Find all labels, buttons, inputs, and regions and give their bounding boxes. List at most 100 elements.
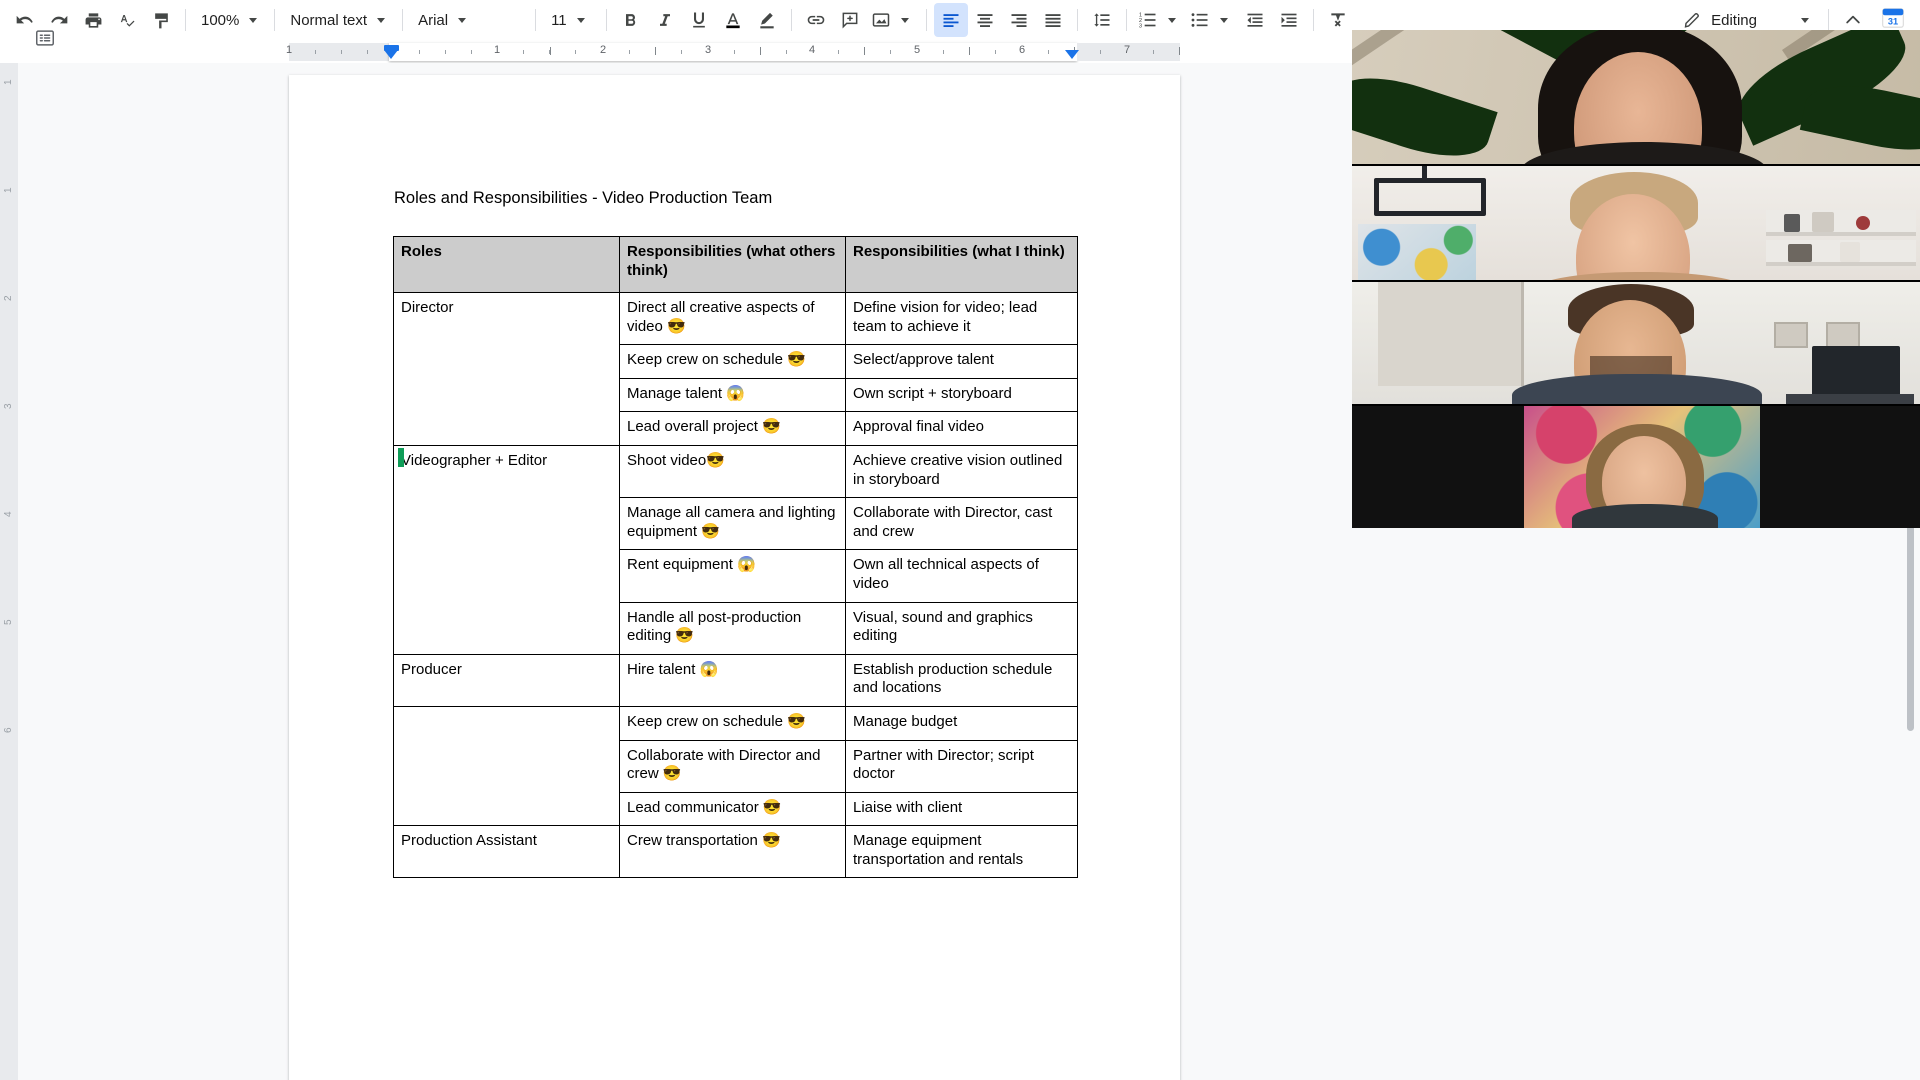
mine-cell[interactable]: Visual, sound and graphics editing: [845, 601, 1078, 655]
video-tile-participant-1[interactable]: [1352, 30, 1920, 164]
video-feed: [1352, 282, 1920, 404]
mine-cell[interactable]: Approval final video: [845, 411, 1078, 446]
ruler-number: 7: [1123, 44, 1131, 56]
others-cell[interactable]: Keep crew on schedule 😎: [619, 705, 846, 741]
underline-icon[interactable]: [682, 3, 716, 37]
others-cell[interactable]: Collaborate with Director and crew 😎: [619, 739, 846, 793]
show-document-outline-icon[interactable]: [32, 25, 58, 51]
decrease-indent-icon[interactable]: [1238, 3, 1272, 37]
mine-cell[interactable]: Own script + storyboard: [845, 377, 1078, 413]
font-dropdown[interactable]: Arial: [410, 5, 528, 35]
mine-cell[interactable]: Establish production schedule and locati…: [845, 653, 1078, 707]
others-cell[interactable]: Crew transportation 😎: [619, 825, 846, 879]
table-body: Director Direct all creative aspects of …: [393, 291, 1078, 879]
table-row[interactable]: Production Assistant Crew transportation…: [393, 825, 1078, 879]
role-label: Videographer + Editor: [401, 451, 548, 469]
print-icon[interactable]: [76, 3, 110, 37]
mine-cell[interactable]: Manage budget: [845, 705, 1078, 741]
others-cell[interactable]: Manage all camera and lighting equipment…: [619, 497, 846, 551]
others-cell[interactable]: Hire talent 😱: [619, 653, 846, 707]
first-line-indent-marker[interactable]: [384, 50, 398, 59]
ruler-number: 2: [599, 44, 607, 56]
video-feed: [1352, 30, 1920, 164]
others-cell[interactable]: Direct all creative aspects of video 😎: [619, 291, 846, 346]
mine-cell[interactable]: Select/approve talent: [845, 344, 1078, 379]
paragraph-style-dropdown[interactable]: Normal text: [282, 5, 395, 35]
align-left-icon[interactable]: [934, 3, 969, 37]
ruler-number: 4: [808, 44, 816, 56]
mine-cell[interactable]: Collaborate with Director, cast and crew: [845, 497, 1078, 551]
insert-link-icon[interactable]: [799, 3, 833, 37]
video-tile-participant-3[interactable]: [1352, 280, 1920, 404]
video-tile-participant-4[interactable]: [1352, 404, 1920, 528]
insert-image-dropdown[interactable]: [867, 5, 919, 35]
toolbar-divider: [606, 9, 608, 31]
increase-indent-icon[interactable]: [1272, 3, 1306, 37]
align-center-icon[interactable]: [968, 3, 1002, 37]
align-right-icon[interactable]: [1002, 3, 1036, 37]
role-label: Production Assistant: [401, 832, 537, 850]
column-header-others: Responsibilities (what others think): [619, 236, 846, 293]
toolbar-divider: [1828, 9, 1829, 31]
others-cell[interactable]: Lead overall project 😎: [619, 411, 846, 446]
mine-cell[interactable]: Liaise with client: [845, 791, 1078, 827]
role-cell[interactable]: Production Assistant: [393, 825, 620, 879]
italic-icon[interactable]: [648, 3, 682, 37]
spellcheck-icon[interactable]: [110, 3, 144, 37]
numbered-list-icon: 123: [1138, 10, 1158, 30]
chevron-down-icon: [377, 17, 386, 23]
mine-cell[interactable]: Define vision for video; lead team to ac…: [845, 291, 1078, 346]
add-comment-icon[interactable]: [833, 3, 867, 37]
mine-cell[interactable]: Own all technical aspects of video: [845, 549, 1078, 603]
video-call-panel[interactable]: [1352, 30, 1920, 528]
font-size-dropdown[interactable]: 11: [543, 5, 599, 35]
table-row[interactable]: Keep crew on schedule 😎 Manage budget: [393, 705, 1078, 827]
chevron-down-icon: [1168, 17, 1177, 23]
toolbar-divider: [1077, 9, 1079, 31]
zoom-dropdown[interactable]: 100%: [193, 5, 267, 35]
video-tile-participant-2[interactable]: [1352, 164, 1920, 280]
toolbar-divider: [1313, 9, 1315, 31]
mine-cell[interactable]: Manage equipment transportation and rent…: [845, 825, 1078, 879]
roles-responsibilities-table[interactable]: Roles Responsibilities (what others thin…: [393, 236, 1078, 879]
ruler-track[interactable]: 1 1 2 3 4 5 6 7: [286, 43, 1180, 61]
vertical-ruler[interactable]: 1 1 2 3 4 5 6: [0, 63, 18, 1080]
ruler-number: 5: [913, 44, 921, 56]
chevron-down-icon: [249, 17, 258, 23]
bold-icon[interactable]: [614, 3, 648, 37]
table-row[interactable]: Producer Hire talent 😱 Establish product…: [393, 653, 1078, 707]
table-row[interactable]: Director Direct all creative aspects of …: [393, 291, 1078, 446]
numbered-list-dropdown[interactable]: 123: [1134, 5, 1186, 35]
role-cell[interactable]: Videographer + Editor: [393, 444, 620, 655]
pencil-icon: [1683, 11, 1701, 29]
document-page[interactable]: Roles and Responsibilities - Video Produ…: [289, 75, 1180, 1080]
ruler-left-margin: [289, 43, 389, 61]
svg-text:31: 31: [1888, 17, 1898, 27]
line-spacing-icon[interactable]: [1085, 3, 1119, 37]
others-cell[interactable]: Rent equipment 😱: [619, 549, 846, 603]
highlight-color-icon[interactable]: [750, 3, 784, 37]
bulleted-list-dropdown[interactable]: [1186, 5, 1238, 35]
right-indent-marker[interactable]: [1065, 50, 1079, 59]
svg-text:3: 3: [1139, 24, 1142, 30]
align-justify-icon[interactable]: [1036, 3, 1070, 37]
role-cell[interactable]: Director: [393, 292, 620, 446]
chevron-down-icon: [458, 17, 467, 23]
others-cell[interactable]: Keep crew on schedule 😎: [619, 344, 846, 379]
role-cell[interactable]: Producer: [393, 653, 620, 707]
others-cell[interactable]: Lead communicator 😎: [619, 791, 846, 827]
mine-cell[interactable]: Partner with Director; script doctor: [845, 739, 1078, 793]
clear-formatting-icon[interactable]: [1321, 3, 1355, 37]
editing-mode-label: Editing: [1711, 11, 1757, 29]
chevron-down-icon: [901, 17, 910, 23]
table-row[interactable]: Videographer + Editor Shoot video😎 Achie…: [393, 444, 1078, 655]
paint-format-icon[interactable]: [144, 3, 178, 37]
others-cell[interactable]: Shoot video😎: [619, 444, 846, 499]
role-cell-empty[interactable]: [393, 705, 620, 827]
text-color-icon[interactable]: [716, 3, 750, 37]
others-cell[interactable]: Manage talent 😱: [619, 377, 846, 413]
others-cell[interactable]: Handle all post-production editing 😎: [619, 601, 846, 655]
mine-cell[interactable]: Achieve creative vision outlined in stor…: [845, 444, 1078, 499]
ruler-text-area: [389, 43, 1077, 61]
font-size-value: 11: [551, 11, 567, 29]
